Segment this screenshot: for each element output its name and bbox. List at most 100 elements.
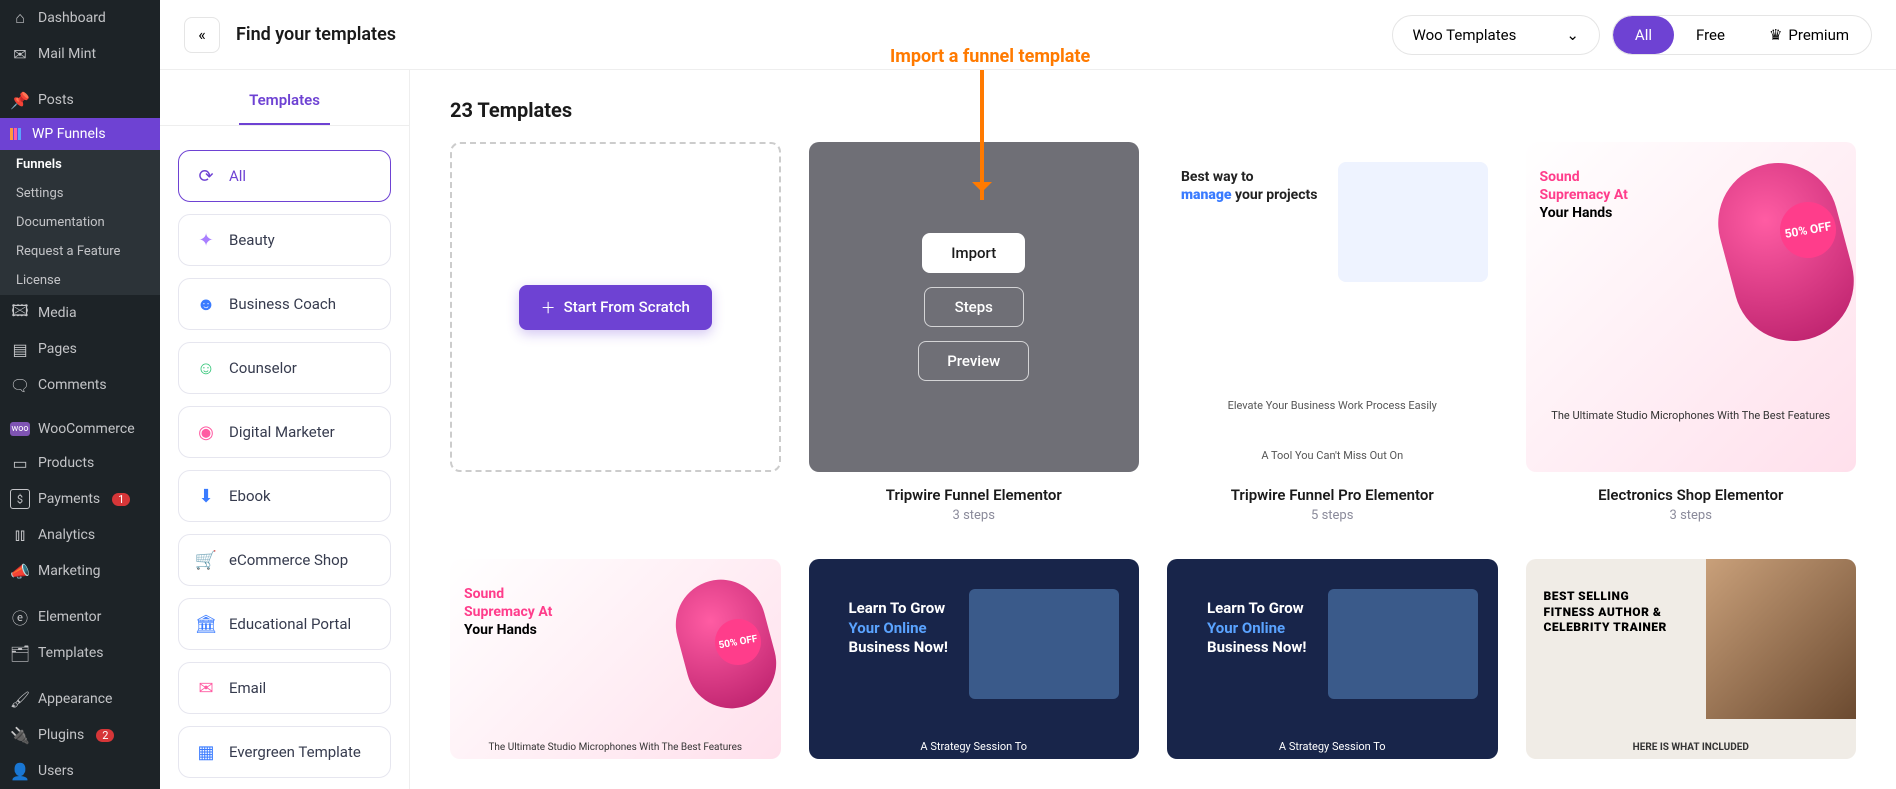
template-card[interactable]: Learn To GrowYour OnlineBusiness Now! A … [1167,559,1498,759]
menu-analytics[interactable]: ⫾⫾Analytics [0,517,160,553]
analytics-icon: ⫾⫾ [10,525,30,545]
products-icon: ▭ [10,453,30,473]
steps-button[interactable]: Steps [924,287,1024,327]
counselor-icon: ☺ [195,357,217,379]
microphone-icon [1705,150,1856,355]
mail-icon: ✉ [195,677,217,699]
pill-premium[interactable]: ♛Premium [1747,16,1871,54]
menu-dashboard[interactable]: ⌂Dashboard [0,0,160,36]
menu-products[interactable]: ▭Products [0,445,160,481]
template-card[interactable]: BEST SELLINGFITNESS AUTHOR &CELEBRITY TR… [1526,559,1857,759]
template-thumbnail: BEST SELLINGFITNESS AUTHOR &CELEBRITY TR… [1526,559,1857,759]
import-button[interactable]: Import [922,233,1025,273]
category-digital-marketer[interactable]: ◉Digital Marketer [178,406,391,458]
template-type-dropdown[interactable]: Woo Templates ⌄ [1392,15,1600,55]
mail-icon: ✉ [10,44,30,64]
tab-templates[interactable]: Templates [239,91,330,125]
pill-free[interactable]: Free [1674,16,1747,54]
template-card[interactable]: Learn To GrowYour OnlineBusiness Now! A … [809,559,1140,759]
submenu-license[interactable]: License [0,266,160,295]
menu-pages[interactable]: ▤Pages [0,331,160,367]
plus-icon: ＋ [541,297,556,318]
card-start-from-scratch: ＋Start From Scratch [450,142,781,523]
menu-users[interactable]: 👤Users [0,753,160,789]
template-title: Electronics Shop Elementor [1526,486,1857,504]
category-evergreen-template[interactable]: ▦Evergreen Template [178,726,391,778]
crown-icon: ♛ [1769,26,1782,44]
template-thumbnail: Best way tomanage your projects Elevate … [1167,142,1498,472]
menu-elementor[interactable]: ⓔElementor [0,599,160,635]
templates-icon: 🗂 [10,643,30,663]
appearance-icon: 🖌 [10,689,30,709]
template-thumbnail: Learn To GrowYour OnlineBusiness Now! A … [1167,559,1498,759]
woo-icon: woo [10,422,30,436]
pages-icon: ▤ [10,339,30,359]
template-steps: 3 steps [809,508,1140,523]
template-card[interactable]: SoundSupremacy AtYour Hands 50% OFF The … [1526,142,1857,523]
menu-wp-funnels[interactable]: WP Funnels [0,118,160,150]
plugins-icon: 🔌 [10,725,30,745]
menu-plugins[interactable]: 🔌Plugins2 [0,717,160,753]
back-button[interactable]: « [184,17,220,53]
menu-mail-mint[interactable]: ✉Mail Mint [0,36,160,72]
template-thumbnail: SoundSupremacy AtYour Hands 50% OFF The … [450,559,781,759]
preview-button[interactable]: Preview [918,341,1029,381]
menu-marketing[interactable]: 📣Marketing [0,553,160,589]
submenu-documentation[interactable]: Documentation [0,208,160,237]
badge: 2 [96,729,114,742]
payments-icon: $ [10,489,30,509]
filter-pills: All Free ♛Premium [1612,15,1872,55]
template-steps: 3 steps [1526,508,1857,523]
menu-templates[interactable]: 🗂Templates [0,635,160,671]
templates-count: 23 Templates [450,98,1856,122]
comments-icon: 🗨 [10,375,30,395]
dashboard-icon: ⌂ [10,8,30,28]
start-from-scratch-button[interactable]: ＋Start From Scratch [519,285,712,330]
page-title: Find your templates [236,24,396,45]
main-area: « Find your templates Woo Templates ⌄ Al… [160,0,1896,789]
template-title: Tripwire Funnel Pro Elementor [1167,486,1498,504]
globe-icon: ◉ [195,421,217,443]
category-ebook[interactable]: ⬇Ebook [178,470,391,522]
download-icon: ⬇ [195,485,217,507]
check-icon: ⟳ [195,165,217,187]
scratch-area: ＋Start From Scratch [450,142,781,472]
category-beauty[interactable]: ✦Beauty [178,214,391,266]
annotation-arrow [980,70,984,200]
pill-all[interactable]: All [1613,16,1674,54]
users-icon: 👤 [10,761,30,781]
menu-media[interactable]: 🖾Media [0,295,160,331]
templates-area[interactable]: 23 Templates ＋Start From Scratch Import … [410,70,1896,789]
menu-posts[interactable]: 📌Posts [0,82,160,118]
template-thumbnail: SoundSupremacy AtYour Hands 50% OFF The … [1526,142,1857,472]
chevron-left-icon: « [198,25,206,44]
template-card[interactable]: SoundSupremacy AtYour Hands 50% OFF The … [450,559,781,759]
menu-appearance[interactable]: 🖌Appearance [0,681,160,717]
menu-payments[interactable]: $Payments1 [0,481,160,517]
submenu-request-feature[interactable]: Request a Feature [0,237,160,266]
pin-icon: 📌 [10,90,30,110]
grid-icon: ▦ [195,741,217,763]
sparkle-icon: ✦ [195,229,217,251]
category-panel: Templates ⟳All ✦Beauty ☻Business Coach ☺… [160,70,410,789]
menu-woocommerce[interactable]: wooWooCommerce [0,413,160,445]
menu-comments[interactable]: 🗨Comments [0,367,160,403]
category-ecommerce-shop[interactable]: 🛒eCommerce Shop [178,534,391,586]
media-icon: 🖾 [10,303,30,323]
category-business-coach[interactable]: ☻Business Coach [178,278,391,330]
submenu-funnels[interactable]: Funnels [0,150,160,179]
category-counselor[interactable]: ☺Counselor [178,342,391,394]
annotation-label: Import a funnel template [890,46,1090,67]
template-steps: 5 steps [1167,508,1498,523]
cart-icon: 🛒 [195,549,217,571]
person-icon: ☻ [195,293,217,315]
template-card[interactable]: Best way tomanage your projects Elevate … [1167,142,1498,523]
funnels-icon [10,128,21,140]
category-educational-portal[interactable]: 🏛Educational Portal [178,598,391,650]
category-all[interactable]: ⟳All [178,150,391,202]
elementor-icon: ⓔ [10,607,30,627]
category-list[interactable]: ⟳All ✦Beauty ☻Business Coach ☺Counselor … [160,126,409,789]
category-email[interactable]: ✉Email [178,662,391,714]
building-icon: 🏛 [195,613,217,635]
submenu-settings[interactable]: Settings [0,179,160,208]
